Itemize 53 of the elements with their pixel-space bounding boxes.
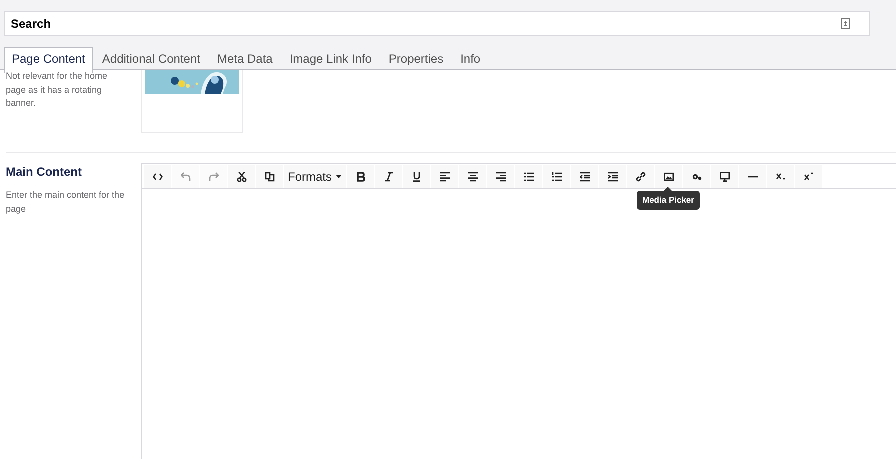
underline-icon	[412, 172, 422, 182]
image-icon	[664, 172, 674, 182]
bold-icon	[356, 172, 366, 182]
superscript-button[interactable]	[795, 165, 822, 188]
superscript-icon	[804, 172, 814, 182]
bold-button[interactable]	[347, 165, 374, 188]
link-button[interactable]	[627, 165, 654, 188]
italic-icon	[384, 172, 394, 182]
underline-button[interactable]	[403, 165, 430, 188]
code-icon	[152, 172, 162, 182]
indent-icon	[608, 172, 618, 182]
align-right-button[interactable]	[487, 165, 514, 188]
macro-button[interactable]	[683, 165, 710, 188]
caret-icon	[336, 174, 342, 178]
align-right-icon	[496, 172, 506, 182]
property-description: Not relevant for the home page as it has a rotating banner.	[6, 70, 109, 110]
monitor-icon	[720, 172, 730, 182]
bullet-list-button[interactable]	[515, 165, 542, 188]
outdent-icon	[580, 172, 590, 182]
tab[interactable]: Meta Data	[209, 47, 281, 72]
property-description: Enter the main content for the page	[6, 189, 126, 216]
redo-icon	[208, 172, 218, 182]
align-center-button[interactable]	[459, 165, 486, 188]
formats-dropdown[interactable]: Formats	[284, 165, 346, 188]
link-icon	[636, 172, 646, 182]
copy-icon	[264, 172, 274, 182]
rich-text-editor[interactable]: Formats Media Picker	[141, 163, 896, 459]
search-field[interactable]: Search	[4, 11, 870, 36]
document-icon	[841, 18, 850, 29]
scissors-icon	[236, 172, 246, 182]
source-button[interactable]	[144, 165, 171, 188]
image-button[interactable]	[655, 165, 682, 188]
subscript-icon	[776, 172, 786, 182]
indent-button[interactable]	[599, 165, 626, 188]
align-left-icon	[440, 172, 450, 182]
cut-button[interactable]	[228, 165, 255, 188]
tab[interactable]: Additional Content	[94, 47, 208, 72]
subscript-button[interactable]	[767, 165, 794, 188]
property-label: Main Content	[6, 164, 83, 181]
undo-icon	[180, 172, 190, 182]
align-center-icon	[468, 172, 478, 182]
numbered-list-icon	[552, 172, 562, 182]
tab[interactable]: Properties	[380, 47, 452, 72]
align-left-button[interactable]	[431, 165, 458, 188]
italic-button[interactable]	[375, 165, 402, 188]
copy-button[interactable]	[256, 165, 283, 188]
outdent-button[interactable]	[571, 165, 598, 188]
number-list-button[interactable]	[543, 165, 570, 188]
tab[interactable]: Image Link Info	[282, 47, 380, 72]
bullet-list-icon	[524, 172, 534, 182]
embed-button[interactable]	[711, 165, 738, 188]
tab[interactable]: Info	[452, 47, 489, 72]
tab[interactable]: Page Content	[4, 47, 94, 73]
